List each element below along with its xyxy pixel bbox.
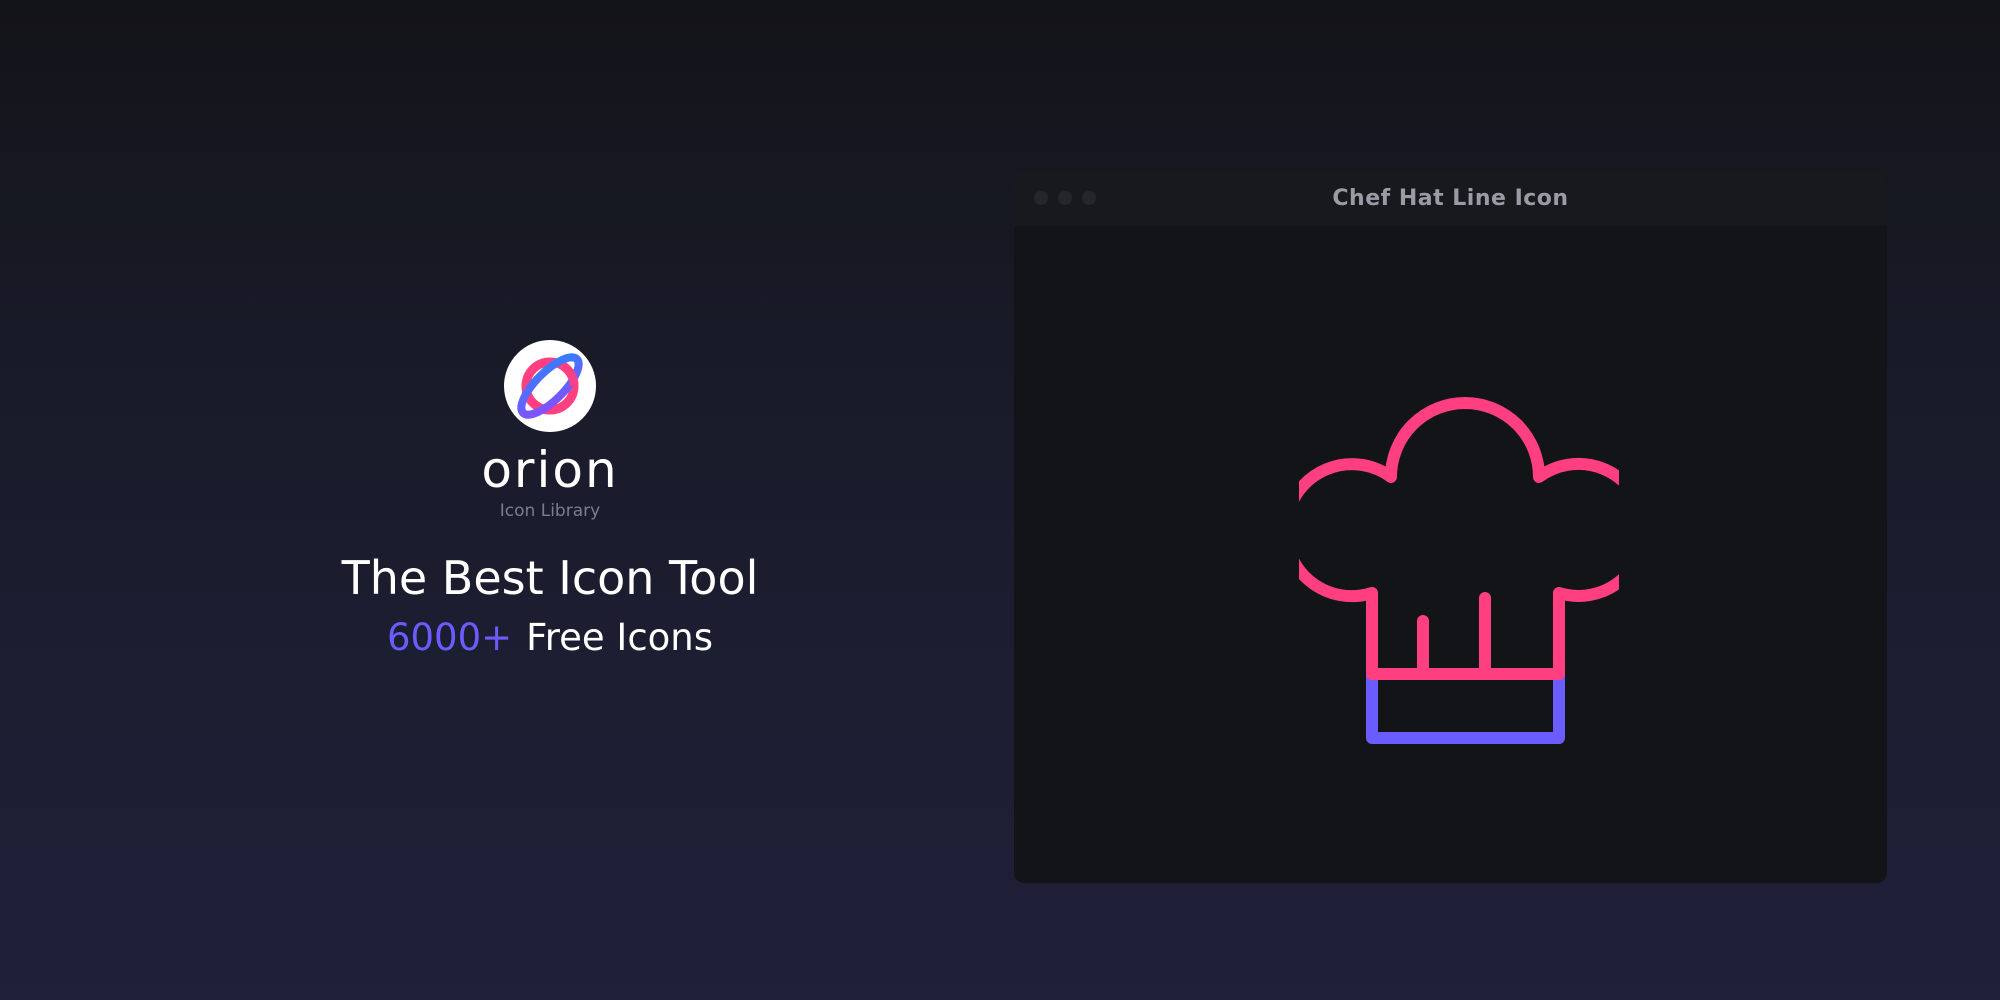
icon-count-line: 6000+ Free Icons — [387, 612, 713, 664]
icon-count: 6000+ — [386, 616, 513, 659]
icon-canvas — [1014, 226, 1887, 883]
page-headline: The Best Icon Tool — [341, 551, 759, 605]
close-dot-icon[interactable] — [1034, 191, 1048, 205]
brand-name: orion — [481, 441, 619, 499]
maximize-dot-icon[interactable] — [1082, 191, 1096, 205]
window-titlebar: Chef Hat Line Icon — [1014, 170, 1887, 226]
orion-logo-icon — [504, 340, 596, 432]
icon-count-suffix: Free Icons — [526, 616, 714, 659]
window-title: Chef Hat Line Icon — [1332, 185, 1569, 211]
brand-subtitle: Icon Library — [499, 501, 601, 521]
icon-preview-window: Chef Hat Line Icon — [1014, 170, 1887, 883]
brand-block: orion Icon Library The Best Icon Tool 60… — [330, 340, 770, 664]
chef-hat-icon — [1299, 397, 1619, 744]
minimize-dot-icon[interactable] — [1058, 191, 1072, 205]
window-controls — [1034, 191, 1096, 205]
